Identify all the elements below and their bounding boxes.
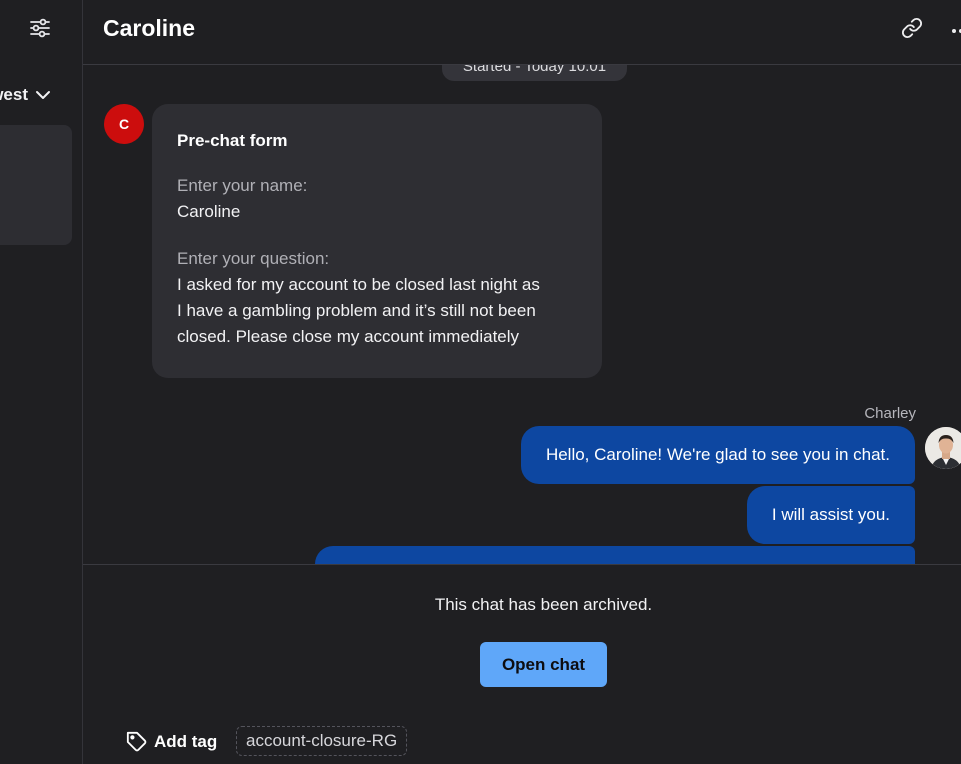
question-answer-line: closed. Please close my account immediat… (177, 327, 520, 346)
open-chat-button[interactable]: Open chat (480, 642, 607, 687)
name-answer: Caroline (177, 202, 241, 221)
chat-started-label: Started - Today 10:01 (442, 65, 627, 81)
sliders-icon (29, 18, 51, 43)
name-question-label: Enter your name: (177, 176, 308, 195)
conversation-list-item[interactable] (0, 125, 72, 245)
add-tag-button[interactable]: Add tag (126, 729, 217, 755)
more-horizontal-icon (945, 21, 961, 39)
chevron-down-icon (35, 90, 51, 100)
question-answer-line: I have a gambling problem and it’s still… (177, 301, 536, 320)
copy-link-button[interactable] (897, 15, 927, 45)
question-answer-line: I asked for my account to be closed last… (177, 275, 540, 294)
prechat-form-card: Pre-chat form Enter your name: Caroline … (152, 104, 602, 378)
page-title: Caroline (103, 15, 196, 41)
sort-dropdown[interactable]: Newest (0, 82, 51, 108)
agent-name: Charley (864, 405, 916, 422)
agent-message-text: I will assist you. (771, 505, 890, 524)
more-options-button[interactable] (945, 15, 961, 45)
chat-footer: This chat has been archived. Open chat A… (83, 564, 961, 764)
conversation-sidebar: Newest (0, 0, 83, 764)
agent-message-bubble: I will assist you. (746, 486, 915, 544)
customer-avatar: C (104, 104, 144, 144)
tag-chip[interactable]: account-closure-RG (236, 726, 408, 756)
chat-header: Caroline (83, 0, 961, 65)
sort-label: Newest (0, 85, 28, 104)
filter-button[interactable] (22, 13, 58, 47)
archived-notice: This chat has been archived. (434, 595, 653, 614)
tag-icon (126, 731, 148, 753)
add-tag-label: Add tag (154, 732, 218, 751)
prechat-form-title: Pre-chat form (177, 131, 288, 150)
agent-message-bubble (315, 546, 915, 564)
avatar (925, 427, 961, 469)
agent-message-bubble: Hello, Caroline! We're glad to see you i… (520, 426, 915, 484)
agent-message-text: Hello, Caroline! We're glad to see you i… (545, 445, 890, 464)
question-label: Enter your question: (177, 249, 330, 268)
message-list[interactable]: Started - Today 10:01 C Pre-chat form En… (83, 65, 961, 564)
link-icon (901, 17, 923, 44)
